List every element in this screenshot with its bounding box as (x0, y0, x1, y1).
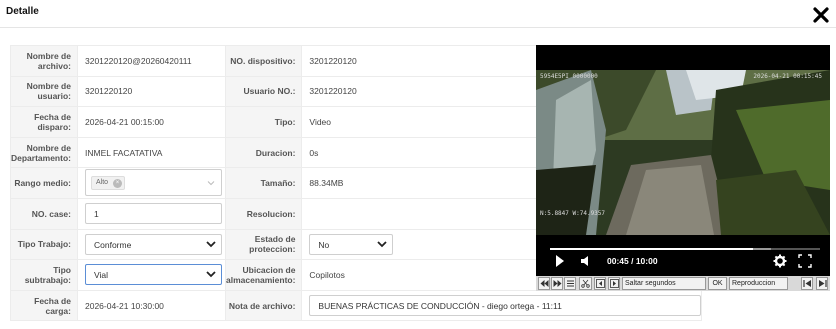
skip-seconds-input[interactable]: Saltar segundos (622, 277, 706, 290)
tipo-subtrabajo-select[interactable]: Vial (84, 264, 222, 286)
skip-end-icon (818, 280, 827, 287)
play-icon[interactable] (555, 254, 565, 268)
dialog-header: Detalle (0, 0, 836, 28)
progress-fill (550, 248, 753, 250)
time-display: 00:45 / 10:00 (607, 256, 658, 266)
fecha-disparo-label: Fecha de disparo: (10, 106, 78, 138)
tipo-subtrabajo-label: Tipo subtrabajo: (10, 259, 78, 291)
resolucion-label: Resolucion: (224, 197, 303, 230)
nota-archivo-label: Nota de archivo: (224, 289, 303, 322)
estado-proteccion-label: Estado de proteccion: (224, 228, 303, 261)
close-icon[interactable] (812, 6, 830, 24)
osd-gps: N:5.8847 W:74.9357 (540, 210, 606, 217)
duracion-label: Duracion: (224, 136, 303, 169)
osd-timestamp: 2026-04-21 00:15:45 (753, 73, 822, 80)
osd-device-id: 5954E5PI 0000000 (540, 73, 598, 80)
video-player[interactable]: 5954E5PI 0000000 2026-04-21 00:15:45 N:5… (536, 45, 830, 291)
rewind-button[interactable] (538, 277, 550, 290)
settings-icon[interactable] (773, 254, 787, 268)
chevron-down-icon (377, 241, 388, 248)
tipo-label: Tipo: (224, 106, 303, 138)
nombre-archivo-value: 3201220120@20260420111 (84, 55, 192, 66)
skip-end-button[interactable] (816, 277, 828, 290)
rewind-icon (540, 280, 548, 287)
no-case-input[interactable]: 1 (84, 203, 222, 225)
volume-icon[interactable] (580, 254, 592, 268)
frame-forward-icon (609, 279, 619, 288)
skip-start-icon (802, 280, 811, 287)
usuario-no-label: Usuario NO.: (224, 75, 303, 108)
list-icon (566, 280, 574, 287)
progress-bar[interactable] (550, 248, 820, 250)
rango-medio-label: Rango medio: (10, 167, 78, 199)
tipo-subtrabajo-selected: Vial (93, 270, 109, 281)
frame-back-button[interactable] (594, 277, 606, 290)
fullscreen-icon[interactable] (798, 254, 812, 268)
ok-button[interactable]: OK (708, 277, 727, 290)
rango-medio-select[interactable]: Alto × (84, 168, 222, 196)
frame-forward-button[interactable] (608, 277, 620, 290)
list-button[interactable] (564, 277, 576, 290)
estado-proteccion-select[interactable]: No (309, 233, 394, 255)
no-dispositivo-label: NO. dispositivo: (224, 45, 303, 77)
playback-speed-select[interactable]: Reproduccion (729, 277, 788, 290)
frame-back-icon (595, 279, 605, 288)
fecha-disparo-value: 2026-04-21 00:15:00 (76, 106, 226, 138)
ubicacion-label: Ubicacion de almacenamiento: (224, 259, 303, 291)
tag-remove-icon[interactable]: × (113, 178, 123, 188)
scissors-icon (581, 279, 590, 288)
skip-start-button[interactable] (801, 277, 813, 290)
chevron-down-icon (207, 180, 215, 185)
rango-medio-tag-label: Alto (95, 178, 109, 186)
tipo-trabajo-select[interactable]: Conforme (84, 233, 222, 255)
tipo-trabajo-selected: Conforme (93, 239, 132, 250)
nombre-usuario-value: 3201220120 (76, 75, 226, 108)
player-toolbar: Saltar segundos OK Reproduccion (536, 276, 830, 291)
fecha-carga-label: Fecha de carga: (10, 289, 78, 322)
estado-proteccion-selected: No (318, 239, 330, 250)
tipo-trabajo-label: Tipo Trabajo: (10, 228, 78, 261)
chevron-down-icon (206, 271, 216, 278)
nombre-archivo-label: Nombre de archivo: (10, 45, 78, 77)
nombre-usuario-label: Nombre de usuario: (10, 75, 78, 108)
cut-button[interactable] (579, 277, 592, 290)
tamano-label: Tamaño: (224, 167, 303, 199)
form-row: Fecha de carga: 2026-04-21 10:30:00 Nota… (10, 289, 703, 322)
chevron-down-icon (206, 241, 216, 248)
dialog-title: Detalle (6, 6, 39, 17)
no-case-label: NO. case: (10, 197, 78, 230)
nota-archivo-input[interactable]: BUENAS PRÁCTICAS DE CONDUCCIÓN - diego o… (309, 295, 702, 317)
nombre-departamento-label: Nombre de Departamento: (10, 136, 78, 169)
nombre-departamento-value: INMEL FACATATIVA (76, 136, 226, 169)
fast-forward-button[interactable] (551, 277, 563, 290)
rango-medio-tag: Alto × (90, 175, 126, 190)
fecha-carga-value: 2026-04-21 10:30:00 (76, 289, 226, 322)
fast-forward-icon (553, 280, 561, 287)
